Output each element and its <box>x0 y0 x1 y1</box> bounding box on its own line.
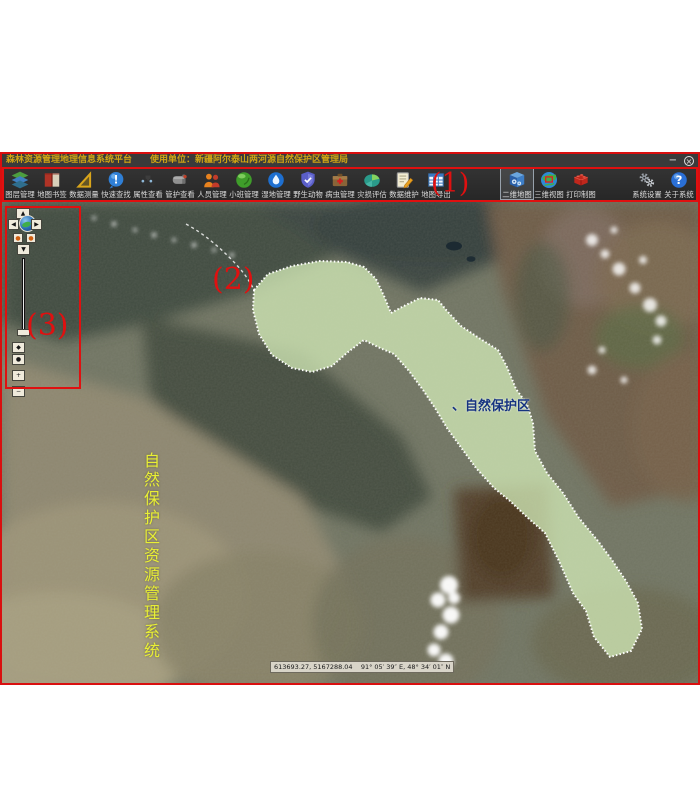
toolbar-group-system: 系统设置? 关于系统 <box>631 168 695 199</box>
nav-extra-button-1[interactable]: ◆ <box>12 342 25 353</box>
toolbar-item-map-2d[interactable]: 二维地图 <box>501 168 533 199</box>
window-title: 森林资源管理地理信息系统平台 使用单位：新疆阿尔泰山两河源自然保护区管理局 <box>6 154 669 167</box>
toolbar-item-data-maintain[interactable]: 数据维护 <box>388 168 420 199</box>
map-navigation-control: ▲ ◀ ▶ ● ● ▼ ◆ ● + − <box>7 207 49 402</box>
toolbar-item-label: 灾损评估 <box>357 190 386 199</box>
cube-icon <box>507 169 527 190</box>
nav-extra-button-2[interactable]: ● <box>12 354 25 365</box>
sphere-icon <box>234 169 254 190</box>
toolbar-item-quick-search[interactable]: ! 快速查找 <box>100 168 132 199</box>
drop-icon <box>266 169 286 190</box>
toolbar-item-compartment-manage[interactable]: 小班管理 <box>228 168 260 199</box>
toolbar-group-functions: 图层管理地图书签数据测量! 快速查找属性查看管护查看人员管理小班管理湿地管理野生动… <box>4 168 452 199</box>
shield-icon <box>298 169 318 190</box>
toolbar-item-attribute-view[interactable]: 属性查看 <box>132 168 164 199</box>
toolbar-item-label: 地图书签 <box>37 190 66 199</box>
system-banner-text: 自然保护区资源管理系统 <box>139 452 161 661</box>
toolbar-item-system-settings[interactable]: 系统设置 <box>631 168 663 199</box>
toolbar-item-label: 管护查看 <box>165 190 194 199</box>
table-icon <box>426 169 446 190</box>
reserve-map-label: 、自然保护区 <box>452 395 530 414</box>
toolbar-item-map-export[interactable]: 地图导出 <box>420 168 452 199</box>
toolbar-group-views: 二维地图三维视图打印制图 <box>501 168 597 199</box>
zoom-slider-track <box>21 257 26 337</box>
toolbar-item-disaster-assess[interactable]: 灾损评估 <box>356 168 388 199</box>
toolbar-item-label: 数据测量 <box>69 190 98 199</box>
toolbar-item-label: 地图导出 <box>421 190 450 199</box>
minimize-button[interactable]: − <box>669 156 677 166</box>
toolbar-item-view-3d[interactable]: 三维视图 <box>533 168 565 199</box>
gears-icon <box>637 169 657 190</box>
toolbar-item-label: 属性查看 <box>133 190 162 199</box>
layers-icon <box>10 169 30 190</box>
toolbar-item-label: 野生动物 <box>293 190 322 199</box>
pan-right-button[interactable]: ▶ <box>31 219 42 230</box>
main-toolbar: 图层管理地图书签数据测量! 快速查找属性查看管护查看人员管理小班管理湿地管理野生动… <box>2 167 698 202</box>
firstaid-icon <box>330 169 350 190</box>
zoom-slider-thumb[interactable] <box>17 329 30 336</box>
people-icon <box>202 169 222 190</box>
toolbar-item-label: 快速查找 <box>101 190 130 199</box>
rotate-right-button[interactable]: ● <box>26 233 36 243</box>
zoom-slider[interactable] <box>19 257 28 337</box>
nav-extra-button-3[interactable]: + <box>12 370 25 381</box>
toolbar-item-label: 人员管理 <box>197 190 226 199</box>
toolbar-item-label: 系统设置 <box>632 190 661 199</box>
coordinate-statusbar: 613693.27, 5167288.04 91° 05′ 39″ E, 48°… <box>270 661 454 673</box>
toolbar-item-label: 三维视图 <box>534 190 563 199</box>
toolbar-item-label: 小班管理 <box>229 190 258 199</box>
qsearch-icon: ! <box>106 169 126 190</box>
toolbar-item-layer-manage[interactable]: 图层管理 <box>4 168 36 199</box>
help-icon: ? <box>669 169 689 190</box>
binoculars-icon <box>138 169 158 190</box>
toolbar-item-wetland-manage[interactable]: 湿地管理 <box>260 168 292 199</box>
mailbox-icon <box>170 169 190 190</box>
screenshot-stage: 森林资源管理地理信息系统平台 使用单位：新疆阿尔泰山两河源自然保护区管理局 − … <box>0 0 700 800</box>
toolbar-item-label: 病虫管理 <box>325 190 354 199</box>
toolbar-item-print-map[interactable]: 打印制图 <box>565 168 597 199</box>
svg-text:?: ? <box>676 173 683 187</box>
pan-left-button[interactable]: ◀ <box>8 219 19 230</box>
toolbar-item-wildlife[interactable]: 野生动物 <box>292 168 324 199</box>
toolbar-item-label: 打印制图 <box>566 190 595 199</box>
toolbar-item-map-bookmark[interactable]: 地图书签 <box>36 168 68 199</box>
rotate-left-button[interactable]: ● <box>13 233 23 243</box>
nav-extra-button-4[interactable]: − <box>12 386 25 397</box>
toolbar-item-pest-manage[interactable]: 病虫管理 <box>324 168 356 199</box>
toolbar-item-about-system[interactable]: ? 关于系统 <box>663 168 695 199</box>
toolbar-item-data-measure[interactable]: 数据测量 <box>68 168 100 199</box>
toolbar-item-label: 图层管理 <box>5 190 34 199</box>
satellite-basemap <box>2 202 698 683</box>
toolbar-item-personnel-manage[interactable]: 人员管理 <box>196 168 228 199</box>
map-canvas[interactable]: 、自然保护区 自然保护区资源管理系统 ▲ ◀ ▶ ● ● ▼ ◆ ● + − <box>2 202 698 683</box>
gis-application-window: 森林资源管理地理信息系统平台 使用单位：新疆阿尔泰山两河源自然保护区管理局 − … <box>0 152 700 685</box>
toolbar-item-label: 关于系统 <box>664 190 693 199</box>
pan-down-button[interactable]: ▼ <box>17 244 30 255</box>
brick-icon <box>571 169 591 190</box>
globe-icon <box>539 169 559 190</box>
measure-icon <box>74 169 94 190</box>
title-bar: 森林资源管理地理信息系统平台 使用单位：新疆阿尔泰山两河源自然保护区管理局 − … <box>2 154 698 167</box>
toolbar-item-label: 数据维护 <box>389 190 418 199</box>
book-icon <box>42 169 62 190</box>
toolbar-item-label: 二维地图 <box>502 190 531 199</box>
svg-text:!: ! <box>113 173 118 186</box>
notepad-icon <box>394 169 414 190</box>
close-button[interactable]: × <box>684 156 694 166</box>
toolbar-item-care-view[interactable]: 管护查看 <box>164 168 196 199</box>
pie-icon <box>362 169 382 190</box>
toolbar-item-label: 湿地管理 <box>261 190 290 199</box>
